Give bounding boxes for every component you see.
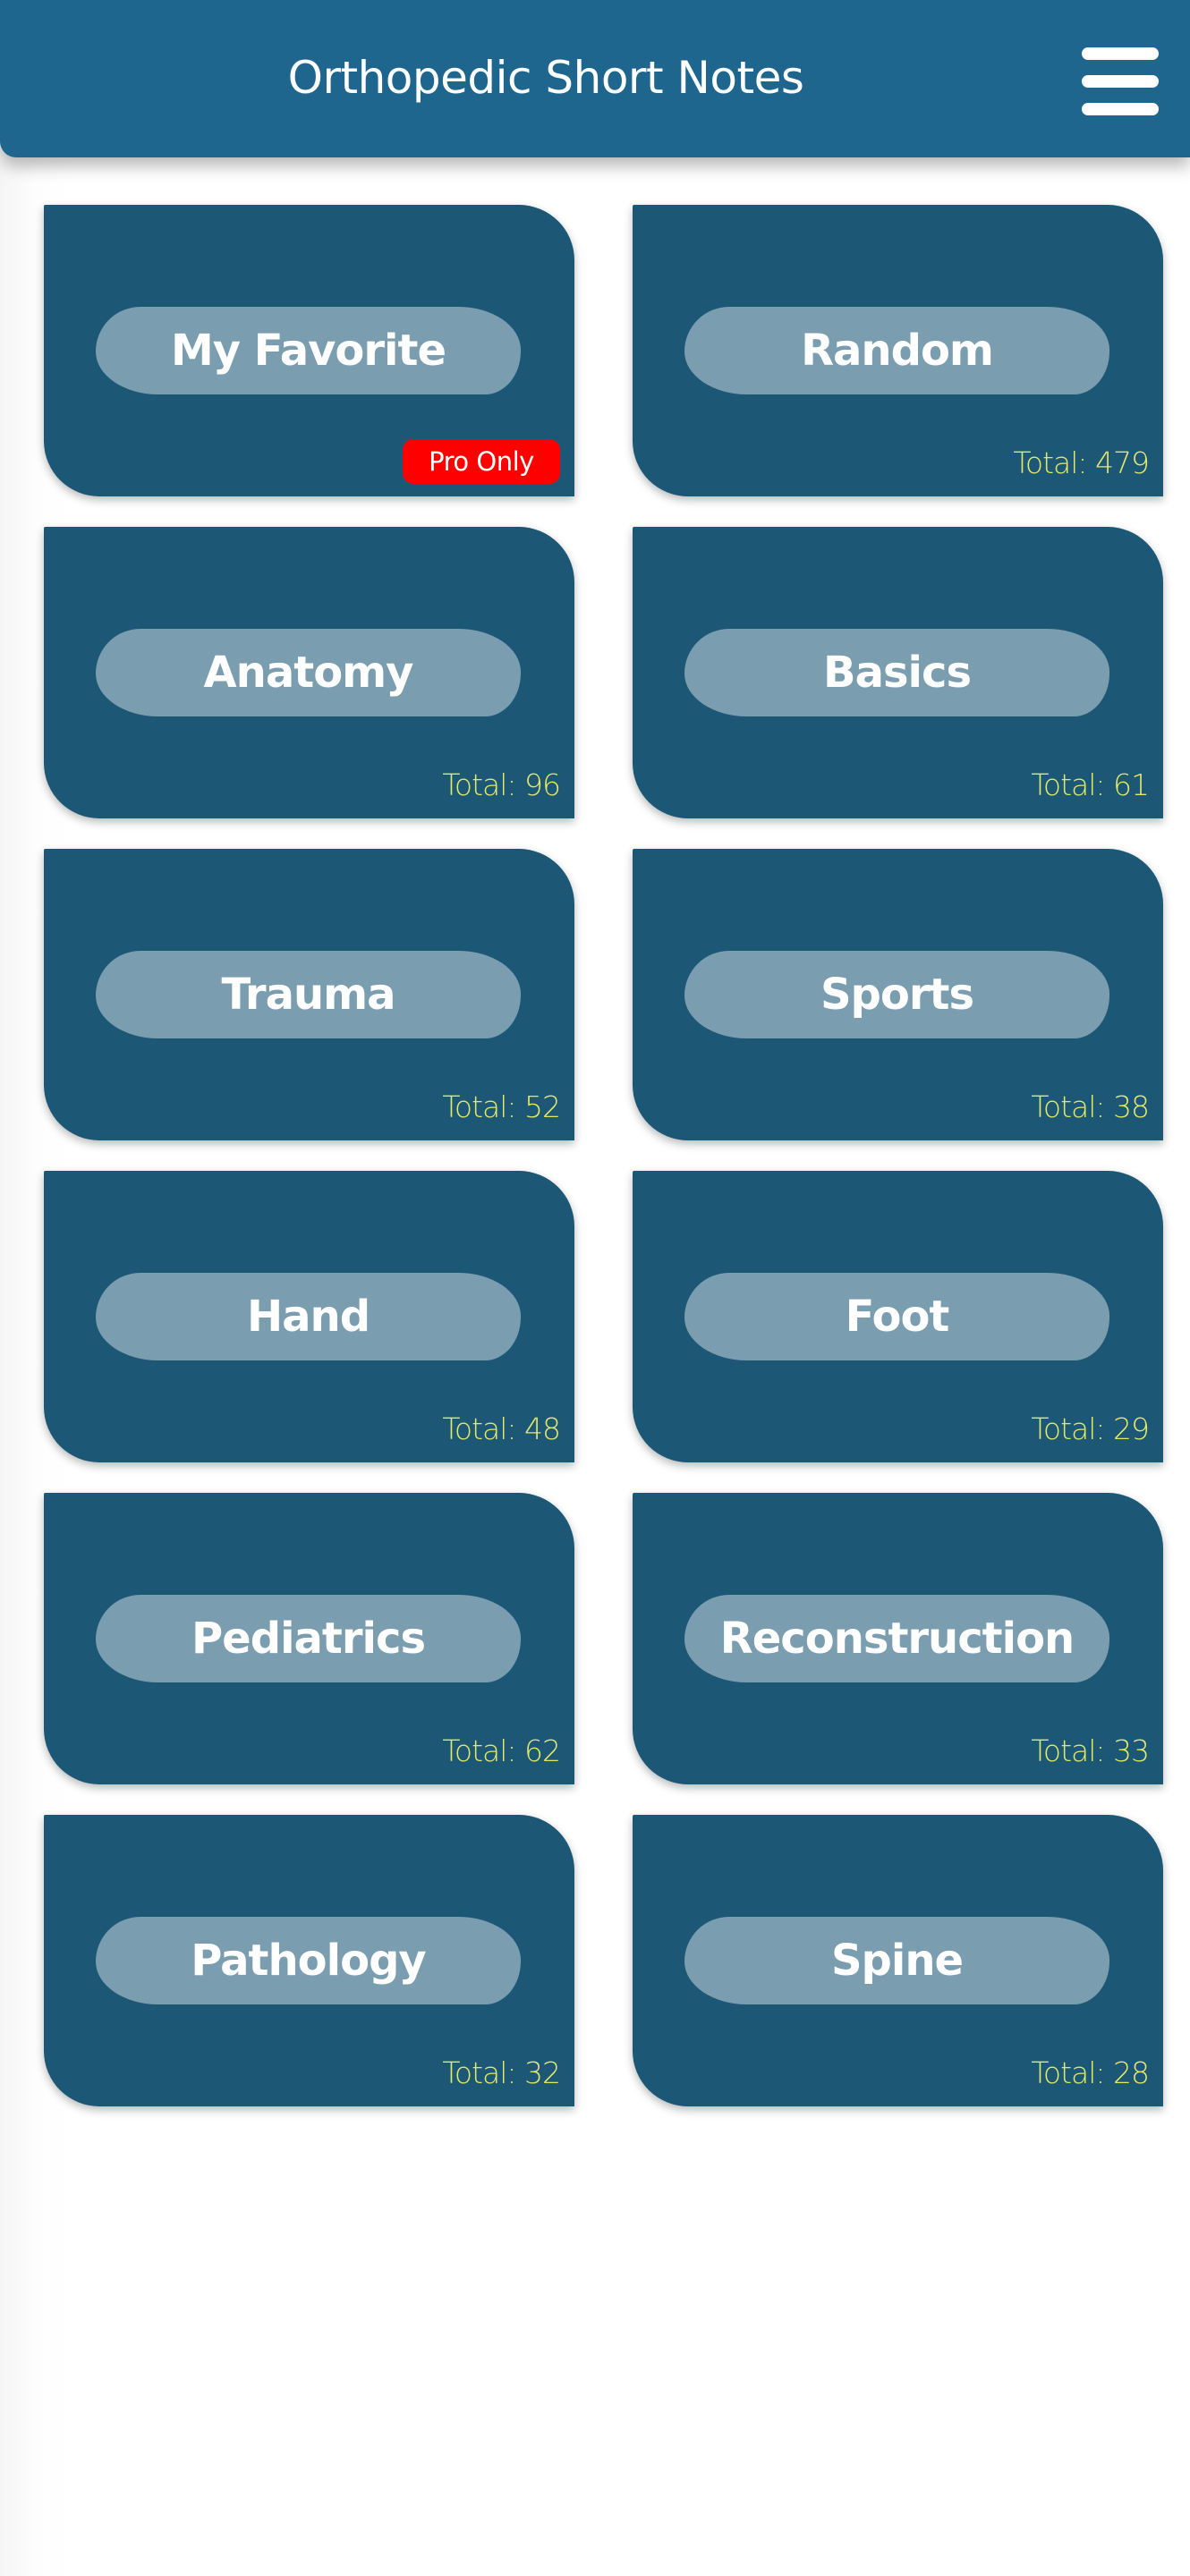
hamburger-menu-icon-bar <box>1082 103 1159 115</box>
category-total: Total: 38 <box>1031 1089 1150 1124</box>
category-label: Random <box>801 326 994 376</box>
category-label: My Favorite <box>170 326 446 376</box>
category-label: Basics <box>822 648 972 698</box>
category-total: Total: 479 <box>1013 445 1150 480</box>
category-label: Hand <box>246 1292 370 1342</box>
category-pill[interactable]: Spine <box>684 1917 1109 2004</box>
category-pill[interactable]: Pathology <box>96 1917 521 2004</box>
category-pill[interactable]: Trauma <box>96 951 521 1038</box>
category-total: Total: 62 <box>442 1733 561 1768</box>
category-pill[interactable]: My Favorite <box>96 307 521 394</box>
category-label: Foot <box>845 1292 950 1342</box>
category-card-my-favorite[interactable]: My Favorite Pro Only <box>44 205 574 496</box>
app-title: Orthopedic Short Notes <box>287 52 804 104</box>
category-pill[interactable]: Basics <box>684 629 1109 716</box>
category-card-sports[interactable]: Sports Total: 38 <box>633 849 1163 1140</box>
category-pill[interactable]: Hand <box>96 1273 521 1360</box>
category-label: Spine <box>830 1936 964 1986</box>
category-card-anatomy[interactable]: Anatomy Total: 96 <box>44 527 574 818</box>
category-pill[interactable]: Sports <box>684 951 1109 1038</box>
category-card-pediatrics[interactable]: Pediatrics Total: 62 <box>44 1493 574 1784</box>
category-label: Trauma <box>221 970 395 1020</box>
category-card-foot[interactable]: Foot Total: 29 <box>633 1171 1163 1462</box>
category-total: Total: 96 <box>442 767 561 802</box>
category-pill[interactable]: Reconstruction <box>684 1595 1109 1682</box>
app-bar: Orthopedic Short Notes <box>0 0 1190 157</box>
category-card-spine[interactable]: Spine Total: 28 <box>633 1815 1163 2106</box>
category-label: Pathology <box>191 1936 426 1986</box>
hamburger-menu-icon-bar <box>1082 75 1159 88</box>
category-label: Pediatrics <box>191 1614 426 1664</box>
pro-only-badge: Pro Only <box>403 439 560 484</box>
category-total: Total: 52 <box>442 1089 561 1124</box>
category-pill[interactable]: Random <box>684 307 1109 394</box>
category-total: Total: 48 <box>442 1411 561 1446</box>
category-card-basics[interactable]: Basics Total: 61 <box>633 527 1163 818</box>
category-card-hand[interactable]: Hand Total: 48 <box>44 1171 574 1462</box>
category-card-pathology[interactable]: Pathology Total: 32 <box>44 1815 574 2106</box>
category-total: Total: 29 <box>1031 1411 1150 1446</box>
category-pill[interactable]: Pediatrics <box>96 1595 521 1682</box>
category-pill[interactable]: Anatomy <box>96 629 521 716</box>
category-label: Sports <box>820 970 974 1020</box>
menu-button[interactable] <box>1074 43 1163 120</box>
category-label: Reconstruction <box>719 1614 1075 1664</box>
hamburger-menu-icon <box>1082 47 1159 60</box>
category-grid: My Favorite Pro Only Random Total: 479 A… <box>44 205 1163 2106</box>
category-total: Total: 28 <box>1031 2055 1150 2090</box>
category-card-random[interactable]: Random Total: 479 <box>633 205 1163 496</box>
category-total: Total: 32 <box>442 2055 561 2090</box>
category-label: Anatomy <box>203 648 414 698</box>
category-pill[interactable]: Foot <box>684 1273 1109 1360</box>
category-total: Total: 33 <box>1031 1733 1150 1768</box>
category-card-trauma[interactable]: Trauma Total: 52 <box>44 849 574 1140</box>
category-total: Total: 61 <box>1031 767 1150 802</box>
category-card-reconstruction[interactable]: Reconstruction Total: 33 <box>633 1493 1163 1784</box>
